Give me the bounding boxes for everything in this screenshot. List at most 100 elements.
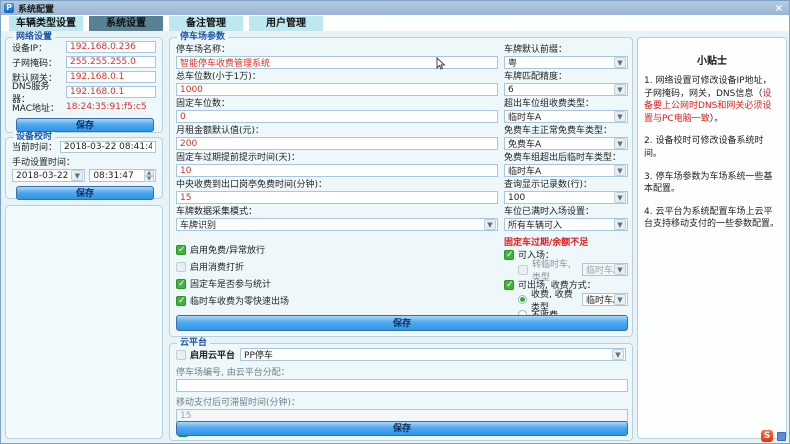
network-save-button[interactable]: 保存 <box>16 118 154 132</box>
plate-prefix-select[interactable]: 粤 ▼ <box>504 56 628 69</box>
discount-checkbox[interactable] <box>176 262 186 272</box>
parking-left-column: 停车场名称： 总车位数(小于1万)： 固定车位数： 月租金额默认值(元)： 固定… <box>176 45 498 309</box>
window-title: 系统配置 <box>18 2 54 15</box>
query-rows-label: 查询显示记录数(行)： <box>504 180 628 191</box>
query-rows-select[interactable]: 100 ▼ <box>504 191 628 204</box>
date-value: 2018-03-22 <box>13 171 71 181</box>
group-title: 设备校时 <box>13 132 55 142</box>
chevron-down-icon[interactable]: ▼ <box>614 84 626 95</box>
chevron-down-icon[interactable]: ▼ <box>614 192 626 203</box>
group-title: 云平台 <box>177 338 210 348</box>
tab-strip: 车辆类型设置 系统设置 备注管理 用户管理 <box>1 15 789 31</box>
lot-full-entry-select[interactable]: 所有车辆可入 ▼ <box>504 218 628 231</box>
total-spaces-label: 总车位数(小于1万)： <box>176 72 498 83</box>
capture-mode-value: 车牌识别 <box>177 218 484 231</box>
to-temp-type-select[interactable]: 临时车A ▼ <box>582 263 628 276</box>
zero-fee-exit-checkbox[interactable] <box>176 296 186 306</box>
lot-name-input[interactable] <box>176 56 498 69</box>
free-owner-type-label: 免费车主正常免费车类型： <box>504 126 628 137</box>
spin-down-icon[interactable]: ▼ <box>144 176 154 182</box>
subnet-mask-input[interactable] <box>66 56 156 68</box>
enable-cloud-checkbox[interactable] <box>176 350 186 360</box>
tips-title: 小贴士 <box>644 52 780 67</box>
ime-tray-icon[interactable] <box>777 432 786 441</box>
current-time-value <box>60 141 156 153</box>
lot-full-entry-label: 车位已满时入场设置： <box>504 207 628 218</box>
fixed-spaces-input[interactable] <box>176 110 498 123</box>
chevron-down-icon[interactable]: ▼ <box>614 111 626 122</box>
total-spaces-input[interactable] <box>176 83 498 96</box>
parking-save-button[interactable]: 保存 <box>176 315 628 331</box>
monthly-fee-label: 月租金额默认值(元)： <box>176 126 498 137</box>
cloud-platform-value: PP停车 <box>241 348 612 361</box>
free-owner-type-select[interactable]: 免费车A ▼ <box>504 137 628 150</box>
group-title: 网络设置 <box>13 32 55 42</box>
chevron-down-icon[interactable]: ▼ <box>612 349 624 360</box>
free-owner-type-value: 免费车A <box>505 137 614 150</box>
chevron-down-icon[interactable]: ▼ <box>614 57 626 68</box>
time-spinner[interactable]: 08:31:47 ▲▼ <box>89 169 156 182</box>
manual-time-label: 手动设置时间： <box>12 155 156 168</box>
central-pay-free-label: 中央收费到出口岗亭免费时间(分钟)： <box>176 180 498 191</box>
free-group-over-select[interactable]: 临时车A ▼ <box>504 164 628 177</box>
cloud-platform-select[interactable]: PP停车 ▼ <box>240 348 626 361</box>
plate-prefix-label: 车牌默认前缀： <box>504 45 628 56</box>
can-exit-checkbox[interactable] <box>504 280 514 290</box>
dns-server-input[interactable] <box>66 86 156 98</box>
plate-precision-label: 车牌匹配精度： <box>504 72 628 83</box>
app-window: P 系统配置 × 车辆类型设置 系统设置 备注管理 用户管理 网络设置 设备IP… <box>0 0 790 444</box>
chevron-down-icon[interactable]: ▼ <box>614 264 626 275</box>
can-enter-checkbox[interactable] <box>504 250 514 260</box>
capture-mode-select[interactable]: 车牌识别 ▼ <box>176 218 498 231</box>
time-calibration-group: 设备校时 当前时间： 手动设置时间： 2018-03-22 ▼ 08:31:47… <box>5 137 163 199</box>
title-bar: P 系统配置 × <box>1 1 789 15</box>
fixed-stat-checkbox[interactable] <box>176 279 186 289</box>
app-icon: P <box>4 3 14 13</box>
to-temp-row: 转临时车, 类型 临时车A ▼ <box>504 262 628 277</box>
tab-system-settings[interactable]: 系统设置 <box>89 16 163 31</box>
tip-item-2: 2. 设备校时可修改设备系统时间。 <box>644 135 780 160</box>
tip-item-1: 1. 网络设置可修改设备IP地址，子网掩码，网关，DNS信息（设备要上公网时DN… <box>644 75 780 125</box>
lot-number-input[interactable] <box>176 379 628 392</box>
cloud-save-button[interactable]: 保存 <box>176 421 628 436</box>
empty-panel <box>5 205 163 439</box>
central-pay-free-input[interactable] <box>176 191 498 204</box>
tip-1-text: 1. 网络设置可修改设备IP地址，子网掩码，网关，DNS信息（ <box>644 76 772 99</box>
free-pass-checkbox[interactable] <box>176 245 186 255</box>
over-group-type-value: 临时车A <box>505 110 614 123</box>
gateway-input[interactable] <box>66 71 156 83</box>
chevron-down-icon[interactable]: ▼ <box>614 165 626 176</box>
charge-row: 收费, 收费类型 临时车A ▼ <box>504 292 628 307</box>
monthly-fee-input[interactable] <box>176 137 498 150</box>
close-icon[interactable]: × <box>772 3 786 14</box>
sogou-ime-icon[interactable]: S <box>761 430 773 442</box>
tab-vehicle-type-settings[interactable]: 车辆类型设置 <box>9 16 83 31</box>
subnet-mask-label: 子网掩码： <box>12 56 66 69</box>
to-temp-checkbox[interactable] <box>518 265 528 275</box>
free-group-over-value: 临时车A <box>505 164 614 177</box>
stay-time-label: 移动支付后可滞留时间(分钟)： <box>176 395 626 408</box>
chevron-down-icon[interactable]: ▼ <box>71 170 83 181</box>
group-title: 停车场参数 <box>177 32 228 42</box>
zero-fee-exit-row: 临时车收费为零快速出场 <box>176 292 498 309</box>
network-settings-group: 网络设置 设备IP： 子网掩码： 默认网关： DNS服务器： MAC地址： 18… <box>5 37 163 133</box>
tip-item-4: 4. 云平台为系统配置车场上云平台支持移动支付的一些参数配置。 <box>644 206 780 231</box>
over-group-type-select[interactable]: 临时车A ▼ <box>504 110 628 123</box>
to-temp-type-value: 临时车A <box>583 263 614 276</box>
chevron-down-icon[interactable]: ▼ <box>484 219 496 230</box>
chevron-down-icon[interactable]: ▼ <box>614 138 626 149</box>
fixed-stat-row: 固定车是否参与统计 <box>176 275 498 292</box>
plate-precision-select[interactable]: 6 ▼ <box>504 83 628 96</box>
charge-type-select[interactable]: 临时车A ▼ <box>582 293 628 306</box>
discount-label: 启用消费打折 <box>190 260 244 273</box>
tab-user-management[interactable]: 用户管理 <box>249 16 323 31</box>
spinner-arrows[interactable]: ▲▼ <box>144 170 154 181</box>
date-picker[interactable]: 2018-03-22 ▼ <box>12 169 85 182</box>
device-ip-input[interactable] <box>66 41 156 53</box>
tab-remark-management[interactable]: 备注管理 <box>169 16 243 31</box>
chevron-down-icon[interactable]: ▼ <box>614 219 626 230</box>
expire-remind-input[interactable] <box>176 164 498 177</box>
time-save-button[interactable]: 保存 <box>16 186 154 200</box>
chevron-down-icon[interactable]: ▼ <box>614 294 626 305</box>
charge-radio[interactable] <box>518 295 527 304</box>
